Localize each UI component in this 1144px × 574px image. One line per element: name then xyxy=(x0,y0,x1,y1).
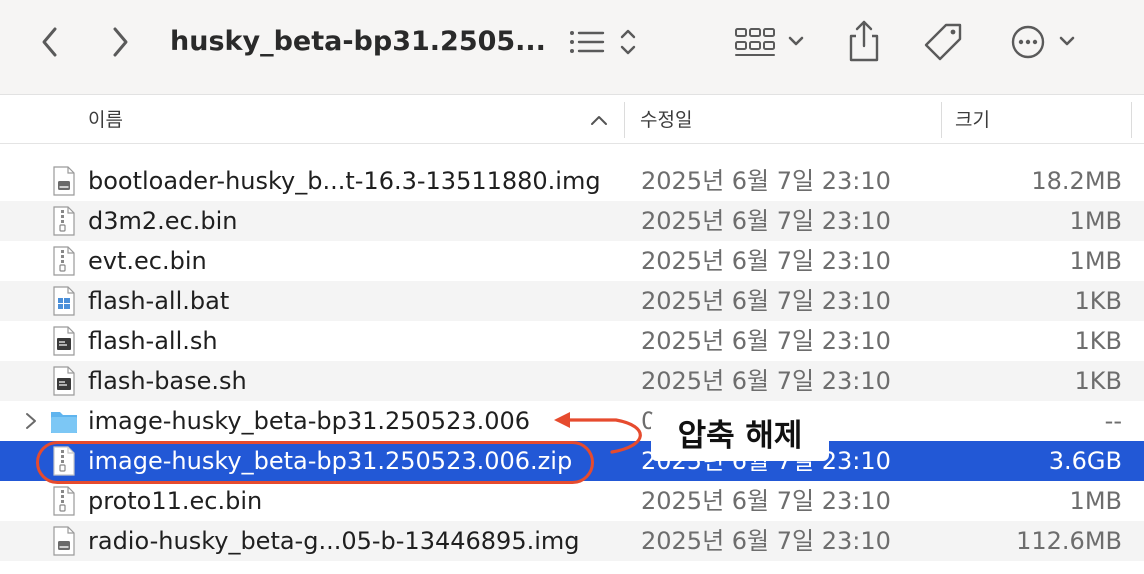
file-row[interactable]: flash-all.sh 2025년 6월 7일 23:10 1KB xyxy=(0,321,1144,361)
file-row[interactable]: flash-all.bat 2025년 6월 7일 23:10 1KB xyxy=(0,281,1144,321)
archive-file-icon xyxy=(53,486,75,516)
windows-file-icon xyxy=(53,286,75,316)
disk-image-icon xyxy=(53,166,75,196)
chevron-left-icon xyxy=(42,27,57,57)
file-row[interactable]: radio-husky_beta-g...05-b-13446895.img 2… xyxy=(0,521,1144,561)
highlight-oval xyxy=(36,441,594,484)
more-button[interactable] xyxy=(1006,22,1082,62)
file-date: 2025년 6월 7일 23:10 xyxy=(641,247,891,275)
column-name-header[interactable]: 이름 xyxy=(88,96,123,144)
file-name: flash-base.sh xyxy=(88,367,247,395)
back-button[interactable] xyxy=(30,22,70,62)
file-name: evt.ec.bin xyxy=(88,247,207,275)
chevron-right-icon[interactable] xyxy=(22,411,40,431)
chevron-down-icon xyxy=(1059,36,1075,46)
file-date: 2025년 6월 7일 23:10 xyxy=(641,487,891,515)
updown-chevron-icon xyxy=(620,29,636,55)
annotation-arrow xyxy=(554,412,642,454)
disk-image-icon xyxy=(53,526,75,556)
file-date: 2025년 6월 7일 23:10 xyxy=(641,207,891,235)
script-file-icon xyxy=(53,326,75,356)
column-header: 이름 수정일 크기 xyxy=(0,96,1144,144)
file-size: 1MB xyxy=(1069,247,1122,275)
toolbar: husky_beta-bp31.2505... xyxy=(0,0,1144,95)
script-file-icon xyxy=(53,366,75,396)
file-row[interactable]: proto11.ec.bin 2025년 6월 7일 23:10 1MB xyxy=(0,481,1144,521)
file-size: 1KB xyxy=(1074,327,1122,355)
file-name: flash-all.bat xyxy=(88,287,230,315)
file-size: 112.6MB xyxy=(1016,527,1122,555)
file-date: 2025년 6월 7일 23:10 xyxy=(641,367,891,395)
list-view-icon xyxy=(570,31,605,53)
file-row[interactable]: evt.ec.bin 2025년 6월 7일 23:10 1MB xyxy=(0,241,1144,281)
file-name: bootloader-husky_b...t-16.3-13511880.img xyxy=(88,167,601,195)
grid-group-icon xyxy=(735,28,775,56)
share-icon xyxy=(849,20,879,62)
file-name: radio-husky_beta-g...05-b-13446895.img xyxy=(88,527,580,555)
file-row[interactable]: flash-base.sh 2025년 6월 7일 23:10 1KB xyxy=(0,361,1144,401)
file-name: proto11.ec.bin xyxy=(88,487,263,515)
column-divider[interactable] xyxy=(941,102,942,138)
folder-icon xyxy=(51,412,77,433)
column-size-header[interactable]: 크기 xyxy=(955,96,990,144)
chevron-down-icon xyxy=(788,36,804,46)
file-name: image-husky_beta-bp31.250523.006 xyxy=(88,407,531,435)
archive-file-icon xyxy=(53,246,75,276)
archive-file-icon xyxy=(53,206,75,236)
group-button[interactable] xyxy=(730,22,810,62)
file-date: 2025년 6월 7일 23:10 xyxy=(641,327,891,355)
file-name: d3m2.ec.bin xyxy=(88,207,238,235)
file-size: 18.2MB xyxy=(1031,167,1122,195)
view-mode-button[interactable] xyxy=(562,22,644,62)
share-button[interactable] xyxy=(842,18,886,64)
file-list: bootloader-husky_b...t-16.3-13511880.img… xyxy=(0,161,1144,561)
file-row[interactable]: d3m2.ec.bin 2025년 6월 7일 23:10 1MB xyxy=(0,201,1144,241)
column-date-header[interactable]: 수정일 xyxy=(640,96,692,144)
column-divider[interactable] xyxy=(624,102,625,138)
file-date: 2025년 6월 7일 23:10 xyxy=(641,167,891,195)
file-size: 1MB xyxy=(1069,207,1122,235)
forward-button[interactable] xyxy=(100,22,140,62)
file-size: -- xyxy=(1104,407,1122,435)
file-size: 1KB xyxy=(1074,287,1122,315)
file-row[interactable]: bootloader-husky_b...t-16.3-13511880.img… xyxy=(0,161,1144,201)
more-icon xyxy=(1011,25,1045,59)
file-name: flash-all.sh xyxy=(88,327,218,355)
window-title: husky_beta-bp31.2505... xyxy=(170,26,546,57)
column-divider[interactable] xyxy=(1131,102,1132,138)
file-size: 3.6GB xyxy=(1048,447,1122,475)
file-size: 1KB xyxy=(1074,367,1122,395)
file-size: 1MB xyxy=(1069,487,1122,515)
file-date: 2025년 6월 7일 23:10 xyxy=(641,527,891,555)
annotation-label: 압축 해제 xyxy=(651,411,829,461)
chevron-right-icon xyxy=(113,27,128,57)
tag-button[interactable] xyxy=(920,20,966,64)
file-date: 2025년 6월 7일 23:10 xyxy=(641,287,891,315)
tag-icon xyxy=(924,23,962,61)
sort-ascending-icon[interactable] xyxy=(588,110,610,130)
